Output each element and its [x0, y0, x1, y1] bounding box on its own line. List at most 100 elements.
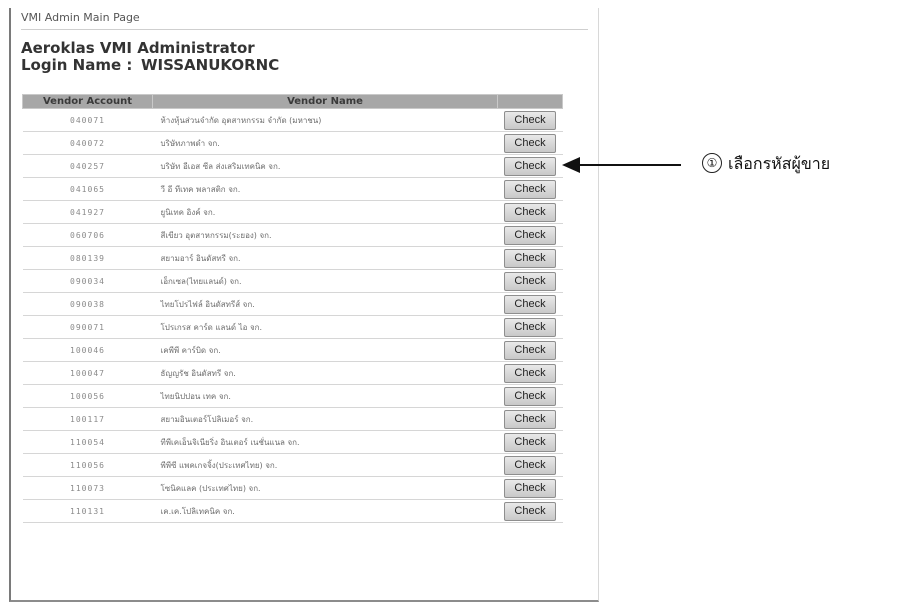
action-cell: Check — [497, 453, 563, 477]
vendor-account-cell: 110054 — [22, 430, 153, 454]
title-divider — [21, 29, 588, 30]
column-header-vendor-name: Vendor Name — [152, 94, 498, 109]
table-row: 040257 บริษัท อีเอส ซีล ส่งเสริมเทคนิค จก… — [22, 154, 563, 178]
action-cell: Check — [497, 315, 563, 339]
check-button[interactable]: Check — [504, 409, 556, 429]
vendor-table-body: 040071 ห้างหุ้นส่วนจำกัด อุตสาหกรรม จำกัด… — [22, 108, 563, 523]
vendor-account-cell: 040257 — [22, 154, 153, 178]
check-button[interactable]: Check — [504, 501, 556, 521]
vendor-account-cell: 080139 — [22, 246, 153, 270]
check-button[interactable]: Check — [504, 455, 556, 475]
action-cell: Check — [497, 269, 563, 293]
check-button[interactable]: Check — [504, 432, 556, 452]
login-value: WISSANUKORNC — [141, 56, 280, 74]
action-cell: Check — [497, 499, 563, 523]
vendor-name-cell: บริษัท อีเอส ซีล ส่งเสริมเทคนิค จก. — [152, 154, 498, 178]
vendor-account-cell: 041927 — [22, 200, 153, 224]
vendor-name-cell: สยามอาร์ อินดัสทรี จก. — [152, 246, 498, 270]
vendor-account-cell: 040071 — [22, 108, 153, 132]
table-row: 100056 ไทยนิปปอน เทค จก. Check — [22, 384, 563, 408]
arrow-shaft — [578, 164, 681, 166]
vendor-name-cell: เคพีพี คาร์บิด จก. — [152, 338, 498, 362]
vendor-name-cell: ไทยโปรไฟล์ อินดัสทรีส์ จก. — [152, 292, 498, 316]
vendor-table-wrapper: Vendor Account Vendor Name 040071 ห้างหุ้… — [22, 94, 563, 523]
vendor-account-cell: 090038 — [22, 292, 153, 316]
check-button[interactable]: Check — [504, 317, 556, 337]
table-row: 040071 ห้างหุ้นส่วนจำกัด อุตสาหกรรม จำกัด… — [22, 108, 563, 132]
action-cell: Check — [497, 177, 563, 201]
vendor-account-cell: 100117 — [22, 407, 153, 431]
step-instruction-text: เลือกรหัสผู้ขาย — [728, 154, 831, 173]
vendor-name-cell: ธัญญรัช อินดัสทรี จก. — [152, 361, 498, 385]
vendor-name-cell: เค.เค.โปลิเทคนิค จก. — [152, 499, 498, 523]
table-row: 100117 สยามอินเตอร์โปลิเมอร์ จก. Check — [22, 407, 563, 431]
table-row: 040072 บริษัทภาพดำ จก. Check — [22, 131, 563, 155]
admin-header: Aeroklas VMI Administrator Login Name : W… — [21, 40, 279, 74]
vendor-name-cell: พีพีซี แพคเกจจิ้ง(ประเทศไทย) จก. — [152, 453, 498, 477]
check-button[interactable]: Check — [504, 202, 556, 222]
app-title: Aeroklas VMI Administrator — [21, 39, 255, 57]
vendor-account-cell: 110073 — [22, 476, 153, 500]
table-row: 041065 วี อี ทีเทค พลาสติก จก. Check — [22, 177, 563, 201]
page-title: VMI Admin Main Page — [21, 11, 140, 24]
action-cell: Check — [497, 200, 563, 224]
column-header-action — [497, 94, 563, 109]
table-row: 080139 สยามอาร์ อินดัสทรี จก. Check — [22, 246, 563, 270]
check-button[interactable]: Check — [504, 271, 556, 291]
vendor-account-cell: 041065 — [22, 177, 153, 201]
check-button[interactable]: Check — [504, 386, 556, 406]
vendor-account-cell: 110056 — [22, 453, 153, 477]
action-cell: Check — [497, 430, 563, 454]
check-button[interactable]: Check — [504, 179, 556, 199]
vendor-name-cell: บริษัทภาพดำ จก. — [152, 131, 498, 155]
check-button[interactable]: Check — [504, 156, 556, 176]
check-button[interactable]: Check — [504, 225, 556, 245]
action-cell: Check — [497, 407, 563, 431]
login-label: Login Name : — [21, 56, 133, 74]
vendor-account-cell: 100056 — [22, 384, 153, 408]
vendor-table: Vendor Account Vendor Name 040071 ห้างหุ้… — [22, 94, 563, 523]
step-number-badge: ① — [702, 153, 722, 173]
vendor-account-cell: 110131 — [22, 499, 153, 523]
vendor-name-cell: ห้างหุ้นส่วนจำกัด อุตสาหกรรม จำกัด (มหาช… — [152, 108, 498, 132]
check-button[interactable]: Check — [504, 478, 556, 498]
check-button[interactable]: Check — [504, 340, 556, 360]
action-cell: Check — [497, 246, 563, 270]
vendor-name-cell: โปรเกรส คาร์ด แลนด์ ไอ จก. — [152, 315, 498, 339]
action-cell: Check — [497, 361, 563, 385]
table-row: 090034 เอ็กเซล(ไทยแลนด์) จก. Check — [22, 269, 563, 293]
vendor-name-cell: สยามอินเตอร์โปลิเมอร์ จก. — [152, 407, 498, 431]
check-button[interactable]: Check — [504, 363, 556, 383]
step-annotation: ① เลือกรหัสผู้ขาย — [560, 150, 890, 180]
action-cell: Check — [497, 131, 563, 155]
vendor-account-cell: 100047 — [22, 361, 153, 385]
vendor-name-cell: เอ็กเซล(ไทยแลนด์) จก. — [152, 269, 498, 293]
table-row: 100046 เคพีพี คาร์บิด จก. Check — [22, 338, 563, 362]
action-cell: Check — [497, 223, 563, 247]
vendor-name-cell: ทีพีเคเอ็นจิเนียริ่ง อินเตอร์ เนชั่นแนล … — [152, 430, 498, 454]
check-button[interactable]: Check — [504, 294, 556, 314]
table-row: 110054 ทีพีเคเอ็นจิเนียริ่ง อินเตอร์ เนชั… — [22, 430, 563, 454]
table-row: 090071 โปรเกรส คาร์ด แลนด์ ไอ จก. Check — [22, 315, 563, 339]
action-cell: Check — [497, 292, 563, 316]
vmi-admin-window: VMI Admin Main Page Aeroklas VMI Adminis… — [9, 8, 599, 602]
check-button[interactable]: Check — [504, 110, 556, 130]
table-row: 110056 พีพีซี แพคเกจจิ้ง(ประเทศไทย) จก. Ch… — [22, 453, 563, 477]
vendor-name-cell: วี อี ทีเทค พลาสติก จก. — [152, 177, 498, 201]
vendor-name-cell: ยูนิเทค อิงค์ จก. — [152, 200, 498, 224]
column-header-vendor-account: Vendor Account — [22, 94, 153, 109]
action-cell: Check — [497, 338, 563, 362]
table-row: 110073 โซนิคแลค (ประเทศไทย) จก. Check — [22, 476, 563, 500]
check-button[interactable]: Check — [504, 133, 556, 153]
check-button[interactable]: Check — [504, 248, 556, 268]
vendor-account-cell: 090071 — [22, 315, 153, 339]
table-row: 110131 เค.เค.โปลิเทคนิค จก. Check — [22, 499, 563, 523]
vendor-account-cell: 100046 — [22, 338, 153, 362]
table-row: 100047 ธัญญรัช อินดัสทรี จก. Check — [22, 361, 563, 385]
vendor-name-cell: โซนิคแลค (ประเทศไทย) จก. — [152, 476, 498, 500]
action-cell: Check — [497, 384, 563, 408]
action-cell: Check — [497, 154, 563, 178]
action-cell: Check — [497, 108, 563, 132]
action-cell: Check — [497, 476, 563, 500]
vendor-name-cell: ไทยนิปปอน เทค จก. — [152, 384, 498, 408]
